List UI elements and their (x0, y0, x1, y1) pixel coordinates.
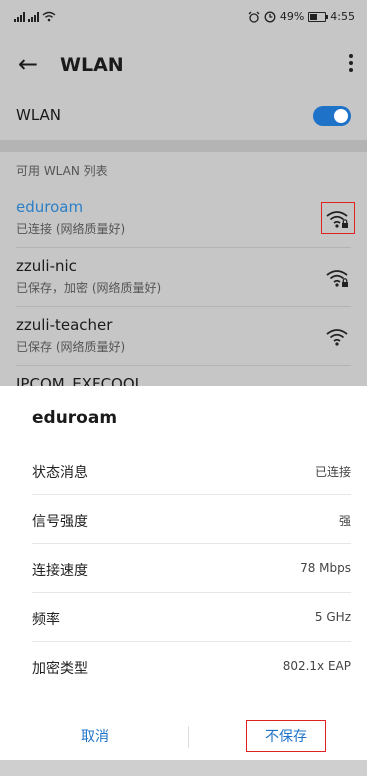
clock-time: 4:55 (330, 10, 355, 23)
wifi-locked-icon (326, 211, 348, 228)
signal-bars-icon (14, 12, 25, 22)
network-name: zzuli-nic (16, 257, 77, 275)
signal-indicators (14, 11, 56, 22)
detail-row-speed: 连接速度 78 Mbps (32, 544, 351, 593)
network-status: 已保存 (网络质量好) (16, 340, 126, 354)
detail-value: 78 Mbps (300, 561, 351, 575)
detail-row-encryption: 加密类型 802.1x EAP (32, 642, 351, 691)
detail-key: 连接速度 (32, 563, 88, 579)
more-vertical-icon[interactable] (349, 54, 353, 75)
detail-key: 加密类型 (32, 661, 88, 677)
forget-network-button[interactable]: 不保存 (246, 720, 326, 754)
detail-value: 已连接 (314, 465, 351, 479)
network-name: eduroam (16, 198, 84, 216)
detail-key: 信号强度 (32, 514, 88, 530)
network-item-eduroam[interactable]: eduroam 已连接 (网络质量好) (0, 190, 367, 248)
list-divider (16, 247, 351, 248)
detail-key: 状态消息 (32, 465, 88, 481)
network-status: 已保存，加密 (网络质量好) (16, 281, 162, 295)
dialog-title: eduroam (32, 408, 118, 428)
detail-row-status: 状态消息 已连接 (32, 446, 351, 495)
wlan-toggle-switch[interactable] (313, 106, 351, 126)
status-right: 49% 4:55 (248, 10, 355, 23)
list-divider (16, 365, 351, 366)
alarm-icon (248, 11, 260, 23)
wlan-toggle-label: WLAN (16, 106, 62, 124)
clock-icon (264, 11, 276, 22)
status-bar: 49% 4:55 (0, 0, 367, 34)
wifi-icon (326, 329, 348, 346)
wlan-toggle-row[interactable]: WLAN (0, 92, 367, 140)
detail-value: 强 (338, 514, 351, 528)
list-divider (16, 306, 351, 307)
network-status: 已连接 (网络质量好) (16, 222, 126, 236)
network-name: zzuli-teacher (16, 316, 113, 334)
network-item-zzuli-teacher[interactable]: zzuli-teacher 已保存 (网络质量好) (0, 308, 367, 366)
battery-icon (308, 11, 329, 22)
signal-bars-icon (28, 12, 39, 22)
detail-value: 5 GHz (314, 610, 351, 624)
wifi-locked-icon (326, 270, 348, 287)
detail-row-frequency: 频率 5 GHz (32, 593, 351, 642)
cancel-button[interactable]: 取消 (40, 720, 150, 754)
navigation-bar-strip (0, 760, 367, 776)
detail-key: 频率 (32, 612, 60, 628)
network-list-heading: 可用 WLAN 列表 (16, 164, 108, 178)
page-title: WLAN (60, 54, 124, 76)
back-arrow-icon[interactable]: ← (18, 50, 38, 78)
section-divider (0, 140, 367, 152)
title-bar: ← WLAN (0, 44, 367, 90)
network-detail-dialog: eduroam 状态消息 已连接 信号强度 强 连接速度 78 Mbps 频率 … (0, 386, 367, 760)
button-divider (188, 726, 189, 748)
dialog-actions: 取消 不保存 (0, 720, 367, 760)
network-item-zzuli-nic[interactable]: zzuli-nic 已保存，加密 (网络质量好) (0, 249, 367, 307)
battery-percent: 49% (279, 10, 305, 23)
detail-value: 802.1x EAP (282, 659, 351, 673)
wifi-status-icon (42, 11, 56, 22)
detail-row-signal: 信号强度 强 (32, 495, 351, 544)
